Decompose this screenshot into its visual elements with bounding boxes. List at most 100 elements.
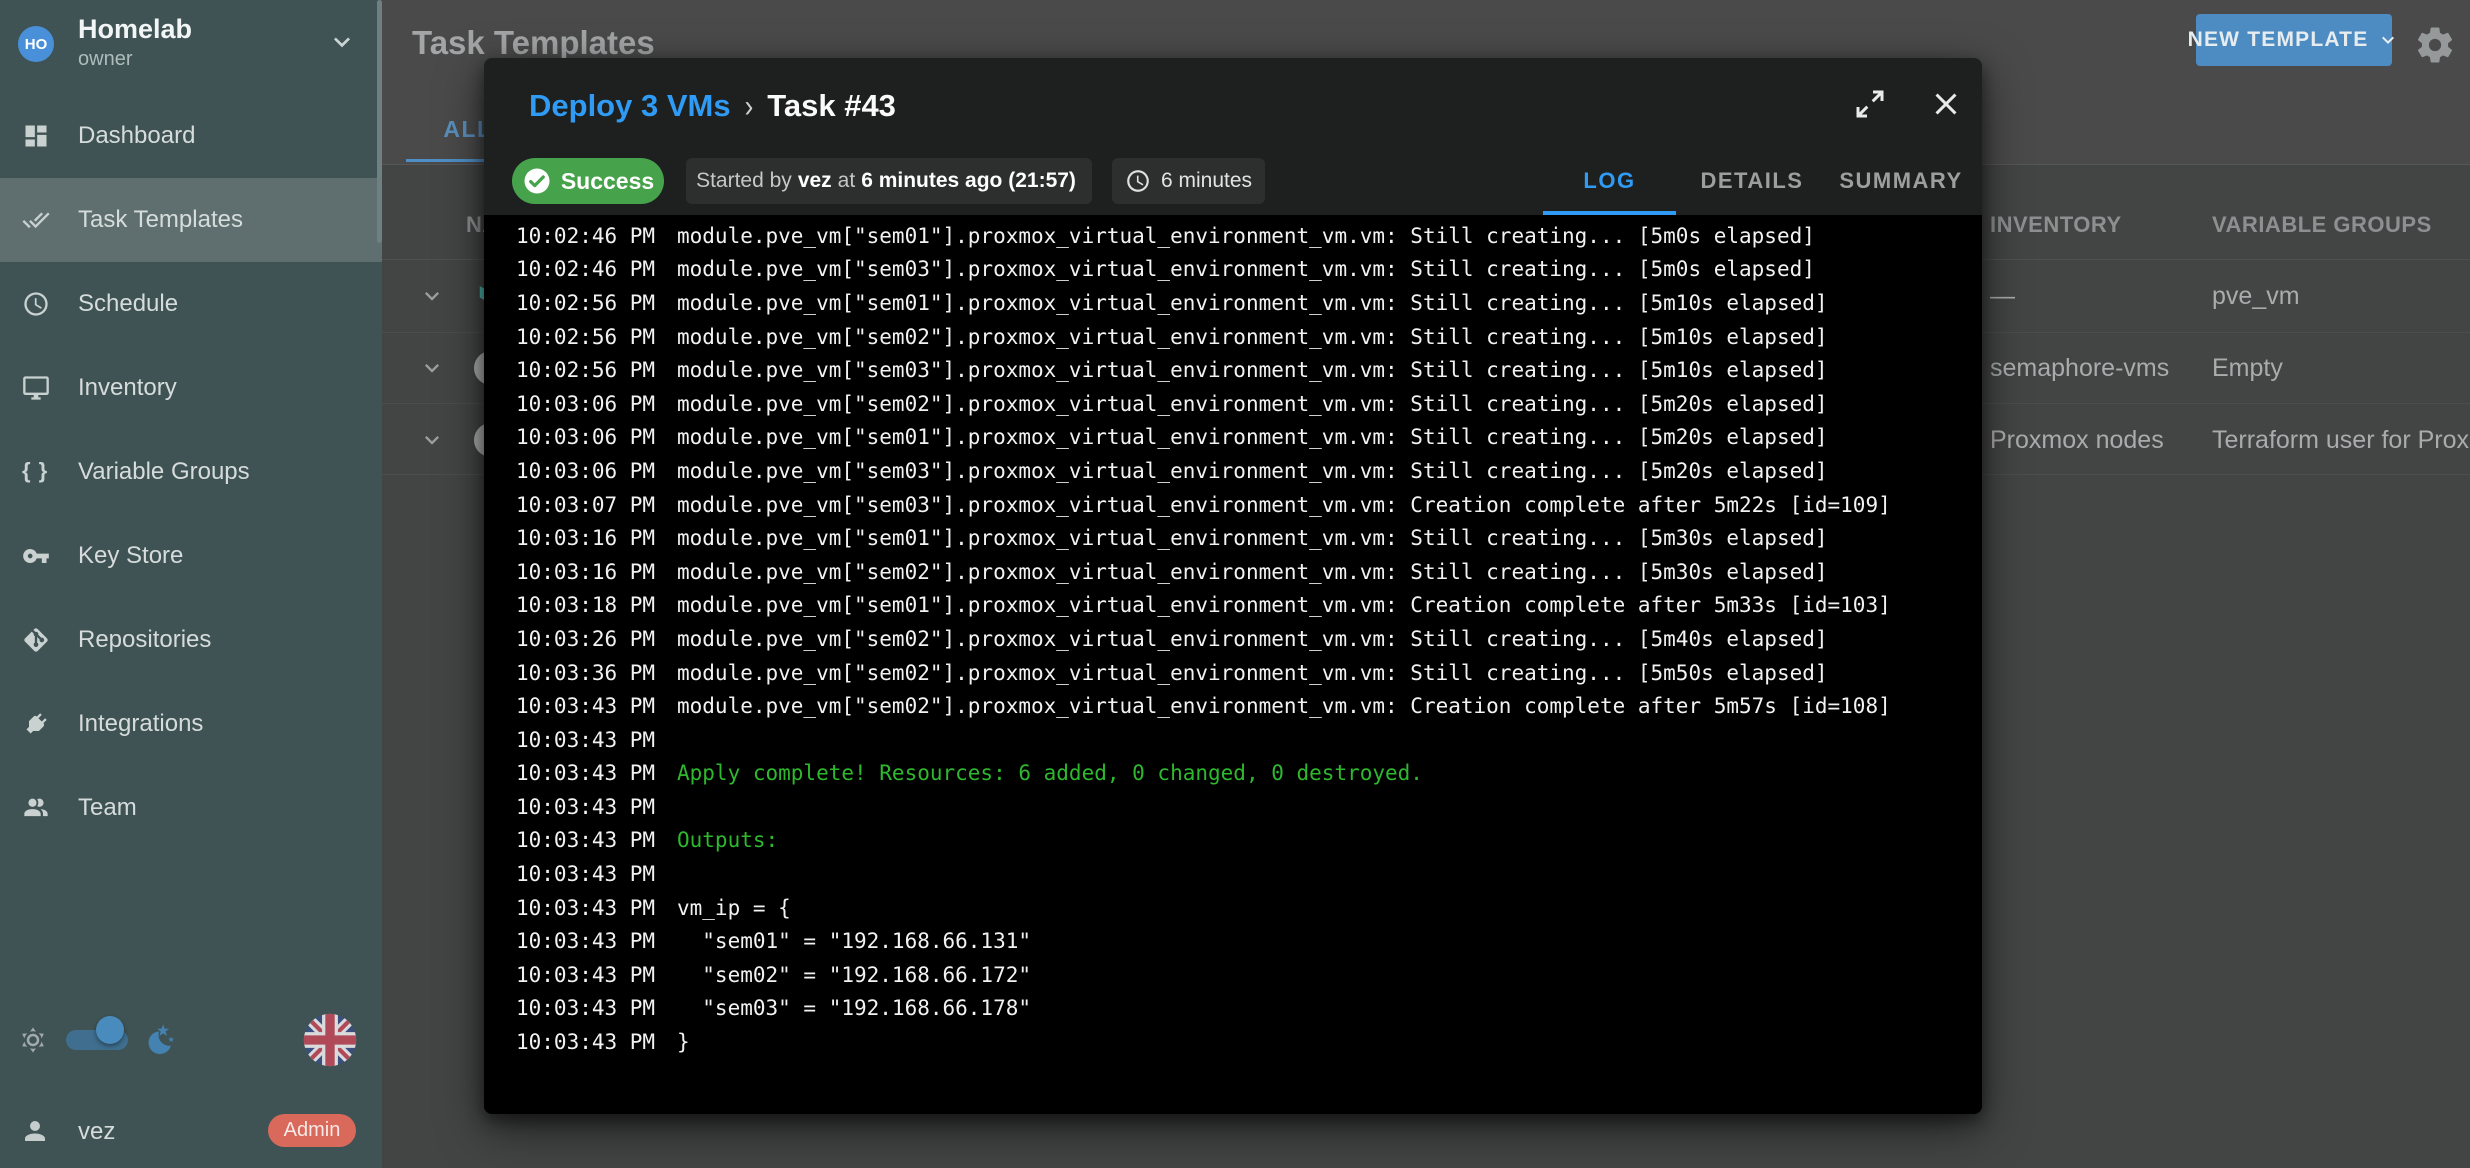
check-circle-icon <box>522 166 552 196</box>
log-line: 10:02:56 PMmodule.pve_vm["sem01"].proxmo… <box>484 286 1982 320</box>
log-line: 10:03:06 PMmodule.pve_vm["sem01"].proxmo… <box>484 421 1982 455</box>
row-expand-icon[interactable] <box>418 282 446 310</box>
variable-groups-icon: { } <box>22 458 50 486</box>
sidebar-item-repositories[interactable]: Repositories <box>0 598 382 682</box>
sidebar-item-integrations[interactable]: Integrations <box>0 682 382 766</box>
modal-tabs: LOG DETAILS SUMMARY <box>1543 158 1974 215</box>
sidebar-item-label: Team <box>78 794 137 822</box>
row-expand-icon[interactable] <box>418 426 446 454</box>
log-message: "sem02" = "192.168.66.172" <box>677 963 1031 987</box>
log-message: module.pve_vm["sem01"].proxmox_virtual_e… <box>677 593 1891 617</box>
tab-details[interactable]: DETAILS <box>1682 158 1822 204</box>
sidebar-item-schedule[interactable]: Schedule <box>0 262 382 346</box>
log-timestamp: 10:02:56 PM <box>516 325 677 349</box>
clock-icon <box>1125 168 1151 194</box>
log-timestamp: 10:02:56 PM <box>516 291 677 315</box>
breadcrumb-template-link[interactable]: Deploy 3 VMs <box>529 88 731 124</box>
admin-badge: Admin <box>268 1114 356 1147</box>
status-label: Success <box>561 168 654 195</box>
log-timestamp: 10:03:43 PM <box>516 795 677 819</box>
duration-label: 6 minutes <box>1161 169 1252 193</box>
task-modal: Deploy 3 VMs › Task #43 Success Started … <box>484 58 1982 1114</box>
log-line: 10:03:16 PMmodule.pve_vm["sem01"].proxmo… <box>484 521 1982 555</box>
log-timestamp: 10:02:46 PM <box>516 224 677 248</box>
sidebar-item-label: Inventory <box>78 374 177 402</box>
tab-log[interactable]: LOG <box>1543 158 1676 204</box>
user-icon <box>20 1116 50 1146</box>
log-timestamp: 10:03:07 PM <box>516 493 677 517</box>
dark-mode-toggle-knob[interactable] <box>96 1016 124 1044</box>
sidebar-scrollbar[interactable] <box>377 0 382 243</box>
sidebar-item-key-store[interactable]: Key Store <box>0 514 382 598</box>
user-name: vez <box>78 1118 115 1146</box>
log-message: vm_ip = { <box>677 896 791 920</box>
sidebar: HO Homelab owner Dashboard Task Template… <box>0 0 382 1168</box>
team-role: owner <box>78 48 132 71</box>
tab-summary[interactable]: SUMMARY <box>1828 158 1974 204</box>
sidebar-item-label: Variable Groups <box>78 458 250 486</box>
log-message: Outputs: <box>677 828 778 852</box>
log-message: module.pve_vm["sem01"].proxmox_virtual_e… <box>677 224 1815 248</box>
log-timestamp: 10:03:06 PM <box>516 459 677 483</box>
log-message: } <box>677 1030 690 1054</box>
dark-mode-icon <box>144 1023 178 1057</box>
team-icon <box>22 794 50 822</box>
log-line: 10:03:43 PMvm_ip = { <box>484 891 1982 925</box>
breadcrumb-task: Task #43 <box>767 88 896 124</box>
team-name: Homelab <box>78 14 192 45</box>
close-icon[interactable] <box>1928 86 1964 122</box>
page-title: Task Templates <box>412 24 655 62</box>
gear-icon[interactable] <box>2414 24 2456 66</box>
log-timestamp: 10:03:16 PM <box>516 526 677 550</box>
team-switcher[interactable]: HO Homelab owner <box>0 0 382 86</box>
log-timestamp: 10:03:06 PM <box>516 392 677 416</box>
log-line: 10:03:43 PM <box>484 790 1982 824</box>
log-output[interactable]: 10:02:46 PMmodule.pve_vm["sem01"].proxmo… <box>484 215 1982 1059</box>
cell-inventory: Proxmox nodes <box>1990 426 2164 455</box>
sidebar-item-label: Task Templates <box>78 206 243 234</box>
task-templates-icon <box>22 206 50 234</box>
log-message: "sem01" = "192.168.66.131" <box>677 929 1031 953</box>
light-mode-icon <box>18 1025 48 1055</box>
log-message: module.pve_vm["sem03"].proxmox_virtual_e… <box>677 257 1815 281</box>
repositories-icon <box>22 626 50 654</box>
log-line: 10:03:16 PMmodule.pve_vm["sem02"].proxmo… <box>484 555 1982 589</box>
sidebar-item-team[interactable]: Team <box>0 766 382 850</box>
log-line: 10:03:43 PMApply complete! Resources: 6 … <box>484 757 1982 791</box>
new-template-button[interactable]: NEW TEMPLATE <box>2196 14 2392 66</box>
cell-variable-groups: Terraform user for Proxmox <box>2212 426 2470 455</box>
breadcrumb-separator-icon: › <box>745 87 754 124</box>
log-message: module.pve_vm["sem03"].proxmox_virtual_e… <box>677 459 1828 483</box>
log-line: 10:02:56 PMmodule.pve_vm["sem02"].proxmo… <box>484 320 1982 354</box>
theme-language-row <box>0 1008 382 1072</box>
log-timestamp: 10:03:43 PM <box>516 929 677 953</box>
column-header-inventory: INVENTORY <box>1990 212 2122 238</box>
team-avatar: HO <box>18 26 54 62</box>
log-timestamp: 10:03:43 PM <box>516 728 677 752</box>
log-timestamp: 10:03:43 PM <box>516 694 677 718</box>
log-message: module.pve_vm["sem01"].proxmox_virtual_e… <box>677 526 1828 550</box>
uk-flag-icon[interactable] <box>302 1012 358 1068</box>
inventory-icon <box>22 374 50 402</box>
log-line: 10:02:46 PMmodule.pve_vm["sem01"].proxmo… <box>484 219 1982 253</box>
sidebar-item-inventory[interactable]: Inventory <box>0 346 382 430</box>
started-mid: at <box>838 169 856 193</box>
sidebar-item-label: Key Store <box>78 542 183 570</box>
log-timestamp: 10:03:26 PM <box>516 627 677 651</box>
sidebar-item-dashboard[interactable]: Dashboard <box>0 94 382 178</box>
log-line: 10:03:43 PM <box>484 723 1982 757</box>
expand-icon[interactable] <box>1852 86 1888 122</box>
started-user: vez <box>798 169 832 193</box>
log-message: "sem03" = "192.168.66.178" <box>677 996 1031 1020</box>
log-line: 10:02:46 PMmodule.pve_vm["sem03"].proxmo… <box>484 253 1982 287</box>
user-row[interactable]: vez Admin <box>0 1106 382 1156</box>
log-message: module.pve_vm["sem02"].proxmox_virtual_e… <box>677 392 1828 416</box>
row-expand-icon[interactable] <box>418 354 446 382</box>
log-timestamp: 10:03:43 PM <box>516 963 677 987</box>
sidebar-nav: Dashboard Task Templates Schedule Invent… <box>0 94 382 850</box>
log-line: 10:03:06 PMmodule.pve_vm["sem02"].proxmo… <box>484 387 1982 421</box>
sidebar-item-variable-groups[interactable]: { } Variable Groups <box>0 430 382 514</box>
key-store-icon <box>22 542 50 570</box>
sidebar-item-task-templates[interactable]: Task Templates <box>0 178 382 262</box>
log-message: module.pve_vm["sem03"].proxmox_virtual_e… <box>677 493 1891 517</box>
